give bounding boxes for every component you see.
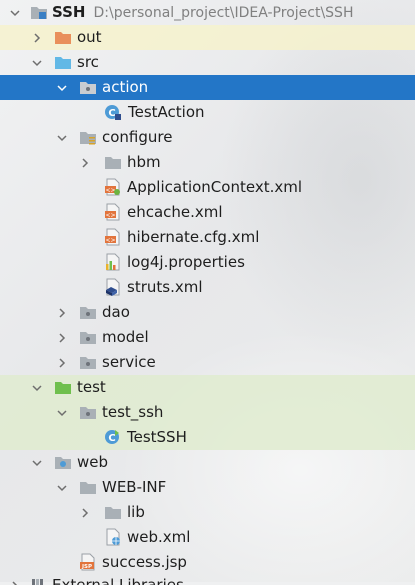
tree-row-hbm[interactable]: hbm [0, 150, 415, 175]
chevron-right-icon[interactable] [55, 331, 69, 345]
chevron-down-icon[interactable] [55, 81, 69, 95]
tree-label-external-libraries: External Libraries [52, 576, 184, 585]
tree-label-ehcache: ehcache.xml [127, 203, 223, 221]
tree-row-configure[interactable]: configure [0, 125, 415, 150]
tree-label-web-xml: web.xml [127, 528, 191, 546]
chevron-right-icon[interactable] [78, 156, 92, 170]
chevron-down-icon[interactable] [55, 131, 69, 145]
tree-label-hbm: hbm [127, 153, 161, 171]
tree-row-struts[interactable]: struts.xml [0, 275, 415, 300]
tree-label-web-inf: WEB-INF [102, 478, 167, 496]
chevron-right-icon[interactable] [78, 506, 92, 520]
tree-label-dao: dao [102, 303, 130, 321]
tree-row-ehcache[interactable]: <> ehcache.xml [0, 200, 415, 225]
tree-label-testaction: TestAction [128, 103, 205, 121]
tree-row-web-xml[interactable]: web.xml [0, 525, 415, 550]
svg-text:C: C [108, 108, 115, 119]
tree-row-test[interactable]: test [0, 375, 415, 400]
tree-row-ssh-root[interactable]: SSH D:\personal_project\IDEA-Project\SSH [0, 0, 415, 25]
package-folder-icon [79, 403, 97, 421]
tree-row-web-inf[interactable]: WEB-INF [0, 475, 415, 500]
chevron-down-icon[interactable] [55, 406, 69, 420]
chevron-down-icon[interactable] [30, 381, 44, 395]
tree-label-hibernate: hibernate.cfg.xml [127, 228, 260, 246]
tree-label-test-ssh: test_ssh [102, 403, 164, 421]
folder-icon [104, 153, 122, 171]
tree-row-model[interactable]: model [0, 325, 415, 350]
chevron-right-icon[interactable] [8, 579, 22, 585]
xml-file-icon: <> [104, 203, 122, 221]
spring-xml-file-icon: <> [104, 178, 122, 196]
package-folder-icon [79, 328, 97, 346]
tree-label-configure: configure [102, 128, 173, 146]
svg-text:C: C [108, 433, 115, 444]
package-folder-icon [79, 78, 97, 96]
tree-row-testaction[interactable]: C TestAction [0, 100, 415, 125]
project-path: D:\personal_project\IDEA-Project\SSH [93, 5, 354, 21]
excluded-folder-icon [54, 28, 72, 46]
chevron-down-icon[interactable] [30, 456, 44, 470]
java-class-icon: C [104, 103, 122, 121]
xml-file-icon: <> [104, 228, 122, 246]
tree-label-web: web [77, 453, 109, 471]
tree-row-service[interactable]: service [0, 350, 415, 375]
svg-text:<>: <> [105, 212, 115, 219]
tree-row-external-libraries[interactable]: External Libraries [0, 575, 415, 585]
project-name: SSH [52, 3, 86, 21]
web-folder-icon [54, 453, 72, 471]
tree-row-success-jsp[interactable]: JSP success.jsp [0, 550, 415, 575]
source-folder-icon [54, 53, 72, 71]
tree-row-testssh-class[interactable]: C TestSSH [0, 425, 415, 450]
tree-row-applicationcontext[interactable]: <> ApplicationContext.xml [0, 175, 415, 200]
tree-label-model: model [102, 328, 149, 346]
tree-row-lib[interactable]: lib [0, 500, 415, 525]
tree-row-test-ssh[interactable]: test_ssh [0, 400, 415, 425]
tree-row-src[interactable]: src [0, 50, 415, 75]
svg-text:<>: <> [105, 237, 115, 244]
tree-row-action[interactable]: action [0, 75, 415, 100]
tree-row-hibernate[interactable]: <> hibernate.cfg.xml [0, 225, 415, 250]
tree-label-success-jsp: success.jsp [102, 553, 187, 571]
tree-label-applicationcontext: ApplicationContext.xml [127, 178, 302, 196]
chevron-down-icon[interactable] [55, 481, 69, 495]
struts-xml-file-icon [104, 278, 122, 296]
library-icon [30, 576, 48, 585]
chevron-down-icon[interactable] [30, 56, 44, 70]
chevron-down-icon[interactable] [8, 6, 22, 20]
folder-icon [79, 478, 97, 496]
web-xml-file-icon [104, 528, 122, 546]
test-folder-icon [54, 378, 72, 396]
tree-row-dao[interactable]: dao [0, 300, 415, 325]
tree-label-lib: lib [127, 503, 145, 521]
tree-label-log4j: log4j.properties [127, 253, 245, 271]
tree-row-web[interactable]: web [0, 450, 415, 475]
tree-label-action: action [102, 78, 149, 96]
svg-text:JSP: JSP [81, 564, 92, 570]
tree-row-out[interactable]: out [0, 25, 415, 50]
tree-row-log4j[interactable]: log4j.properties [0, 250, 415, 275]
tree-label-service: service [102, 353, 156, 371]
jsp-file-icon: JSP [79, 553, 97, 571]
package-folder-icon [79, 353, 97, 371]
properties-file-icon [104, 253, 122, 271]
tree-label-src: src [77, 53, 99, 71]
chevron-right-icon[interactable] [55, 356, 69, 370]
package-folder-icon [79, 303, 97, 321]
tree-label-test: test [77, 378, 106, 396]
tree-label-out: out [77, 28, 102, 46]
resource-folder-icon [79, 128, 97, 146]
svg-text:<>: <> [105, 187, 115, 194]
tree-label-struts: struts.xml [127, 278, 203, 296]
chevron-right-icon[interactable] [30, 31, 44, 45]
module-folder-icon [30, 3, 48, 21]
folder-icon [104, 503, 122, 521]
tree-label-testssh: TestSSH [127, 428, 187, 446]
java-test-class-icon: C [104, 428, 122, 446]
chevron-right-icon[interactable] [55, 306, 69, 320]
